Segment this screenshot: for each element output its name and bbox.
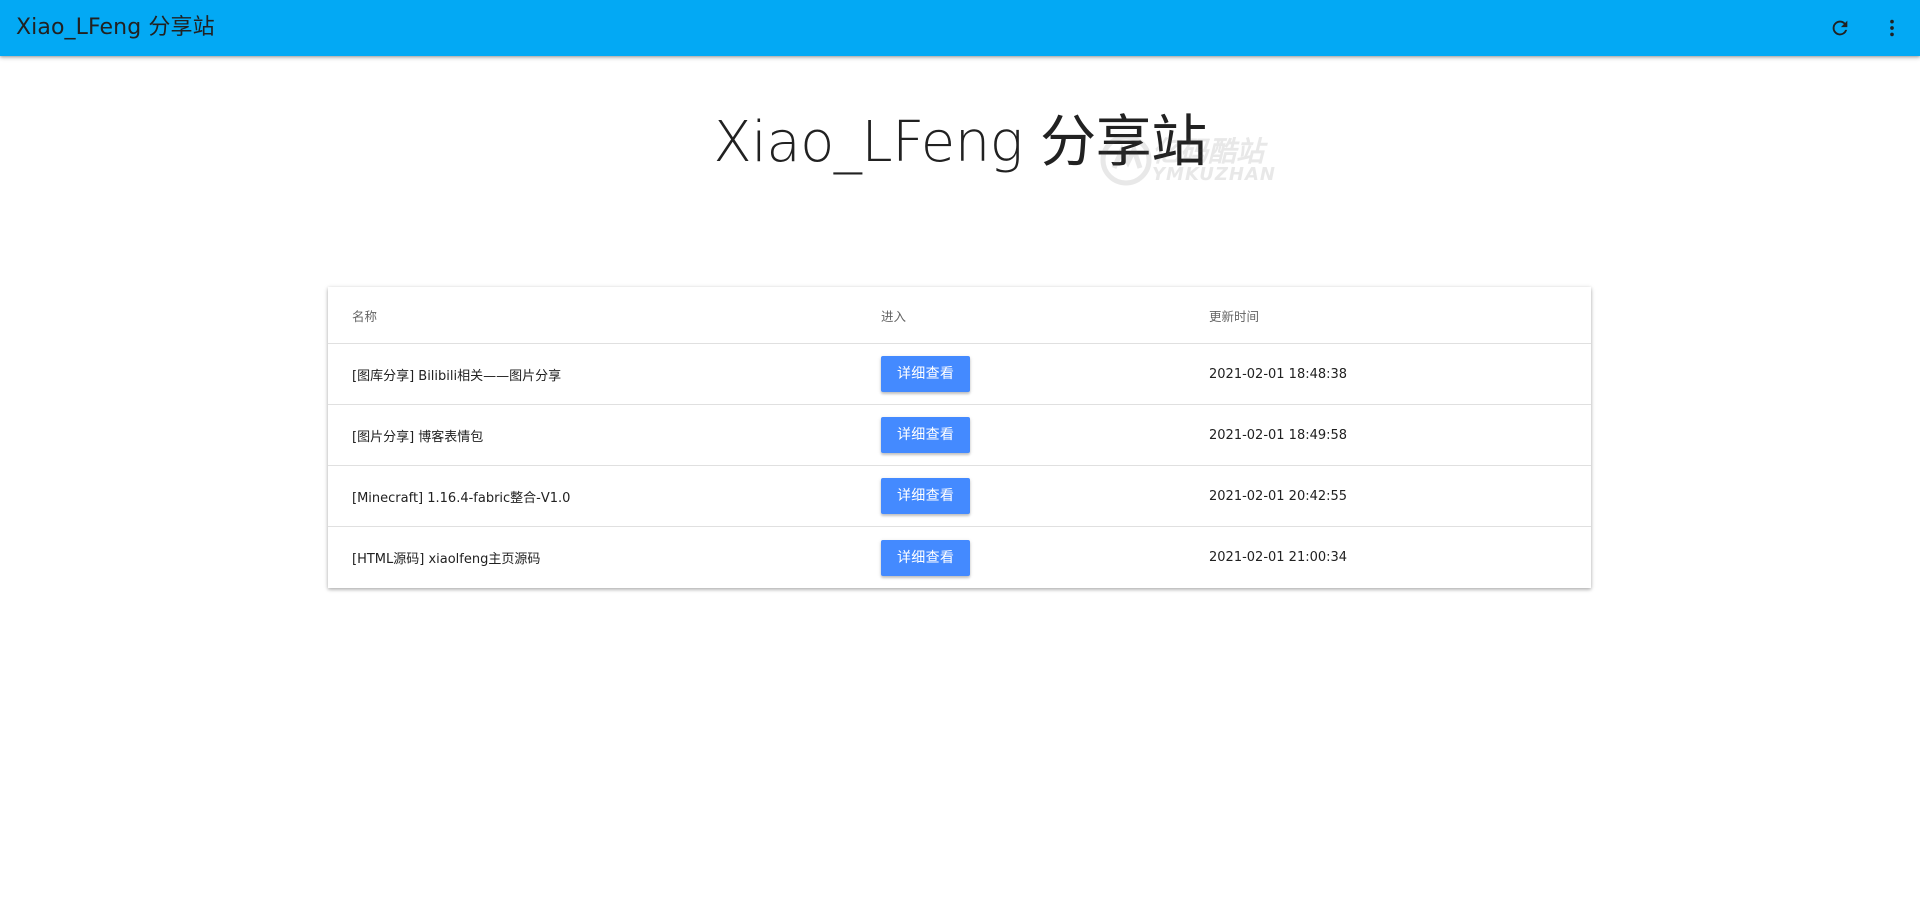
app-bar: Xiao_LFeng 分享站 [0,0,1920,56]
app-bar-title: Xiao_LFeng 分享站 [16,15,215,40]
row-name: [Minecraft] 1.16.4-fabric整合-V1.0 [352,490,571,506]
table-header: 名称 进入 更新时间 [328,287,1591,344]
row-updated-time: 2021-02-01 20:42:55 [1209,488,1348,504]
row-updated-time: 2021-02-01 18:49:58 [1209,427,1348,443]
column-header-name: 名称 [352,308,378,324]
table-row: [HTML源码] xiaolfeng主页源码 详细查看 2021-02-01 2… [328,527,1591,588]
view-details-button[interactable]: 详细查看 [881,539,971,576]
more-vertical-icon [1890,19,1894,37]
view-details-button[interactable]: 详细查看 [881,356,971,392]
table-row: [图库分享] Bilibili相关——图片分享 详细查看 2021-02-01 … [328,344,1591,405]
view-details-button[interactable]: 详细查看 [881,478,971,514]
more-options-button[interactable] [1876,12,1908,44]
column-header-updated: 更新时间 [1209,308,1260,324]
column-header-enter: 进入 [881,308,907,324]
page-title: Xiao_LFeng 分享站 [713,110,1207,175]
watermark-logo-icon [1100,134,1152,186]
row-name: [HTML源码] xiaolfeng主页源码 [352,552,541,567]
view-details-button[interactable]: 详细查看 [881,417,971,453]
row-updated-time: 2021-02-01 18:48:38 [1209,366,1348,382]
row-name: [图库分享] Bilibili相关——图片分享 [352,368,562,384]
watermark: 亿码酷站 YMKUZHAN [1100,126,1290,188]
refresh-icon [1832,20,1848,36]
refresh-button[interactable] [1824,12,1856,44]
watermark-text-en: YMKUZHAN [1152,164,1276,185]
share-table: 名称 进入 更新时间 [图库分享] Bilibili相关——图片分享 详细查看 … [328,287,1591,588]
row-name: [图片分享] 博客表情包 [352,429,484,445]
table-row: [图片分享] 博客表情包 详细查看 2021-02-01 18:49:58 [328,405,1591,466]
row-updated-time: 2021-02-01 21:00:34 [1209,550,1348,565]
table-row: [Minecraft] 1.16.4-fabric整合-V1.0 详细查看 20… [328,466,1591,527]
